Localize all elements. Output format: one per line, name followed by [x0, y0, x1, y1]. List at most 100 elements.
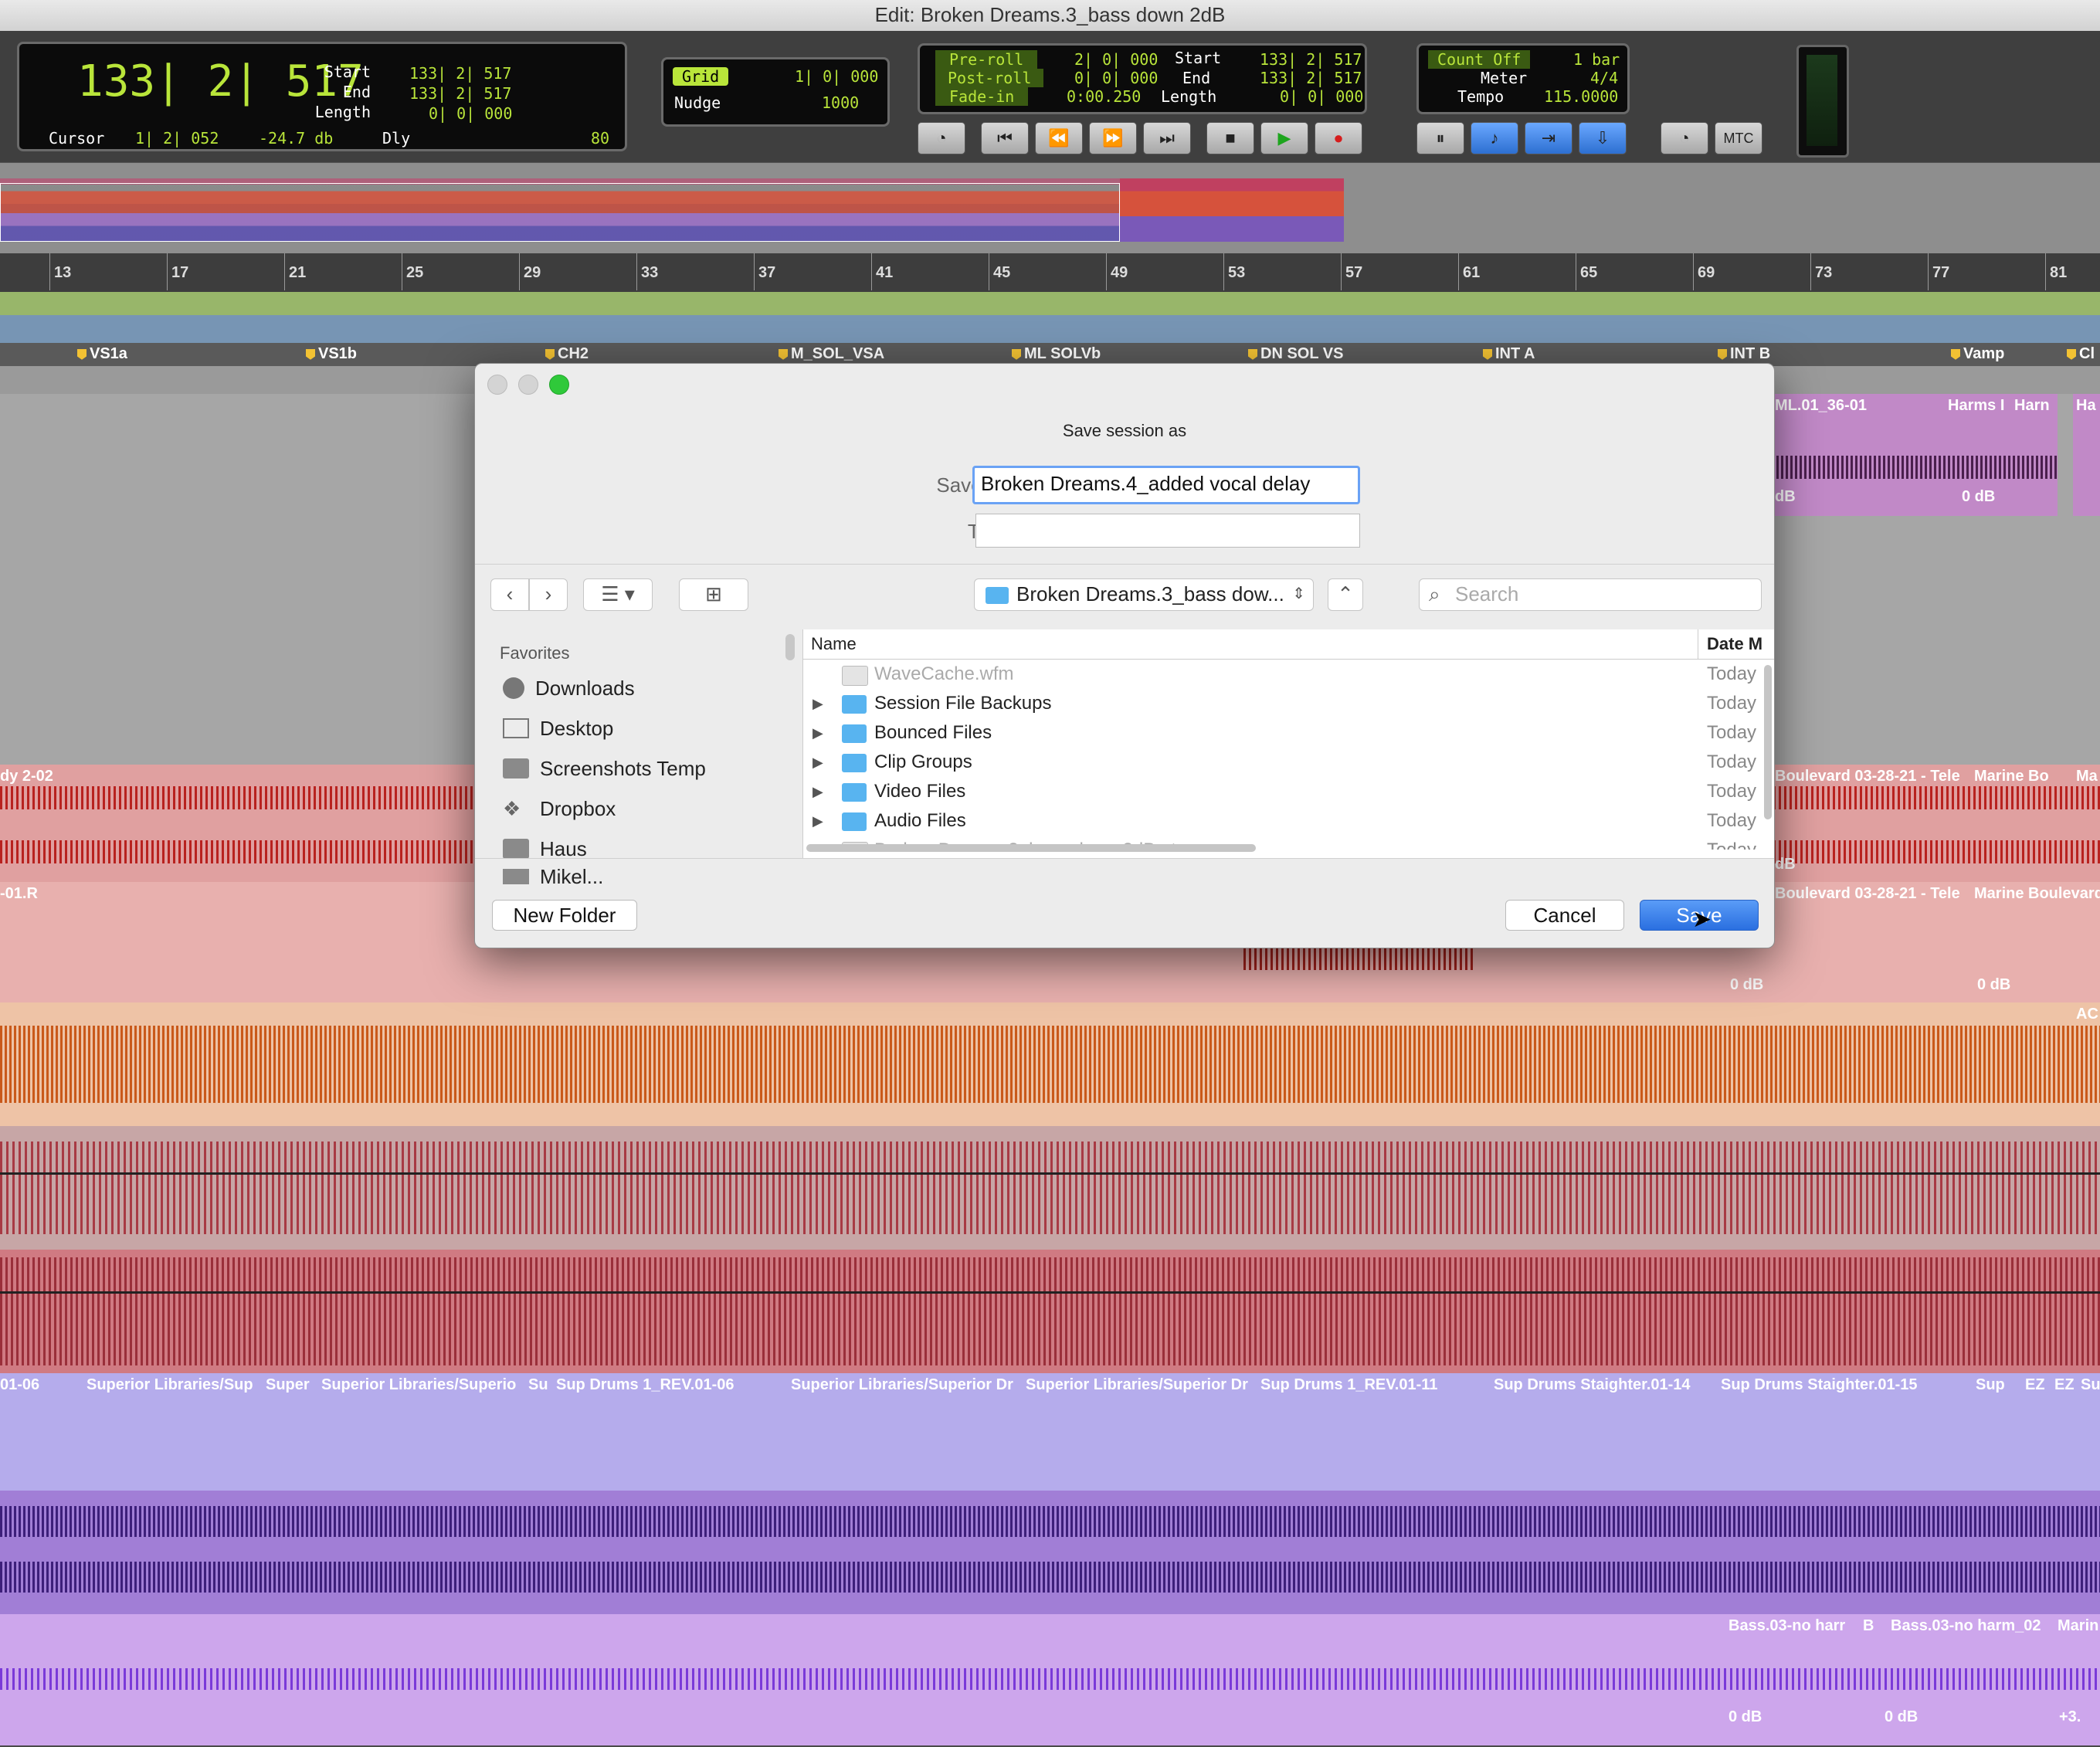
- rewind-button[interactable]: ⏪: [1035, 122, 1083, 154]
- ruler-tick: 33: [641, 264, 659, 281]
- disclosure-triangle-icon[interactable]: ▶: [813, 718, 823, 748]
- file-row[interactable]: ▶ Audio Files Today: [803, 806, 1774, 836]
- disclosure-triangle-icon[interactable]: ▶: [813, 777, 823, 806]
- marker[interactable]: CH2: [545, 345, 589, 363]
- tempo-ruler[interactable]: [0, 292, 2100, 315]
- marker[interactable]: VS1b: [306, 345, 357, 363]
- volume-automation[interactable]: [0, 1172, 2100, 1175]
- main-counter-panel[interactable]: 133| 2| 517 Start End Length 133| 2| 517…: [17, 42, 627, 151]
- sidebar-item-desktop[interactable]: Desktop: [487, 708, 781, 748]
- marker[interactable]: Vamp: [1951, 345, 2004, 363]
- vertical-scrollbar[interactable]: [1764, 665, 1772, 819]
- cancel-button[interactable]: Cancel: [1505, 900, 1624, 931]
- start-value[interactable]: 133| 2| 517: [409, 64, 511, 83]
- fadein-value[interactable]: 0:00.250: [1067, 87, 1141, 106]
- preroll-label[interactable]: Pre-roll: [935, 50, 1038, 69]
- count-meter-panel[interactable]: Count Off 1 bar Meter 4/4 Tempo 115.0000: [1416, 43, 1630, 114]
- zoom-window-button[interactable]: [549, 375, 569, 395]
- online-button[interactable]: ◔: [918, 122, 965, 154]
- tempo-value[interactable]: 115.0000: [1544, 87, 1618, 106]
- loop-record-button[interactable]: ⏸: [1416, 122, 1464, 154]
- horizontal-scrollbar[interactable]: [806, 844, 1256, 852]
- file-row[interactable]: ▶ Session File Backups Today: [803, 689, 1774, 718]
- track-9[interactable]: 01-06 Superior Libraries/Sup Super Super…: [0, 1373, 2100, 1492]
- end-value[interactable]: 133| 2| 517: [409, 84, 511, 103]
- postroll-label[interactable]: Post-roll: [935, 69, 1044, 87]
- record-button[interactable]: ●: [1315, 122, 1362, 154]
- postroll-value[interactable]: 0| 0| 000: [1074, 69, 1158, 87]
- end-value-2[interactable]: 133| 2| 517: [1260, 69, 1362, 87]
- track-6[interactable]: AC: [0, 1002, 2100, 1128]
- marker[interactable]: VS1a: [77, 345, 127, 363]
- go-to-end-button[interactable]: ⏭: [1143, 122, 1191, 154]
- save-as-field[interactable]: Broken Dreams.4_added vocal delay: [972, 466, 1360, 504]
- sidebar-item-partial[interactable]: Mikel...: [487, 869, 781, 884]
- location-label: Broken Dreams.3_bass dow...: [1016, 582, 1284, 606]
- fadein-label[interactable]: Fade-in: [935, 87, 1029, 106]
- marker[interactable]: INT A: [1483, 345, 1535, 363]
- file-row[interactable]: WaveCache.wfm Today: [803, 660, 1774, 689]
- grid-value[interactable]: 1| 0| 000: [795, 67, 878, 86]
- expand-collapse-button[interactable]: ⌃: [1328, 578, 1363, 611]
- marker[interactable]: M_SOL_VSA: [779, 345, 884, 363]
- meter-ruler[interactable]: [0, 315, 2100, 343]
- close-window-button[interactable]: [487, 375, 507, 395]
- click-button[interactable]: ♪: [1471, 122, 1518, 154]
- tags-field[interactable]: [975, 514, 1360, 548]
- sidebar-item-dropbox[interactable]: ❖ Dropbox: [487, 789, 781, 829]
- disclosure-triangle-icon[interactable]: ▶: [813, 689, 823, 718]
- sidebar-item-screenshots-temp[interactable]: Screenshots Temp: [487, 748, 781, 789]
- track-8[interactable]: [0, 1250, 2100, 1375]
- meter-value[interactable]: 4/4: [1590, 69, 1618, 87]
- length-value[interactable]: 0| 0| 000: [429, 104, 512, 123]
- marker[interactable]: DN SOL VS: [1248, 345, 1343, 363]
- sidebar-item-haus[interactable]: Haus: [487, 829, 781, 869]
- search-field[interactable]: ⌕ Search: [1419, 578, 1762, 611]
- view-options-button[interactable]: ☰ ▾: [583, 578, 653, 611]
- sidebar-scrollbar[interactable]: [785, 634, 795, 660]
- overview-viewport[interactable]: [0, 183, 1120, 242]
- track-7[interactable]: [0, 1126, 2100, 1251]
- marker[interactable]: INT B: [1718, 345, 1770, 363]
- new-folder-icon-button[interactable]: ⊞: [679, 578, 748, 611]
- forward-button[interactable]: ›: [529, 578, 568, 611]
- column-name-header[interactable]: Name: [811, 629, 857, 659]
- return-to-zero-button[interactable]: ⏮: [981, 122, 1029, 154]
- back-button[interactable]: ‹: [490, 578, 529, 611]
- new-folder-button[interactable]: New Folder: [492, 900, 637, 931]
- disclosure-triangle-icon[interactable]: ▶: [813, 806, 823, 836]
- grid-nudge-panel[interactable]: Grid 1| 0| 000 Nudge 1000: [661, 57, 890, 127]
- column-date-header[interactable]: Date M: [1707, 629, 1762, 659]
- ruler-tick-line: [1928, 253, 1929, 290]
- file-row[interactable]: ▶ Video Files Today: [803, 777, 1774, 806]
- fast-forward-button[interactable]: ⏩: [1089, 122, 1137, 154]
- count-off-button[interactable]: Count Off: [1428, 50, 1531, 69]
- follow-button[interactable]: ⇥: [1525, 122, 1572, 154]
- marker[interactable]: ML SOLVb: [1012, 345, 1101, 363]
- minimize-window-button[interactable]: [518, 375, 538, 395]
- mtc-button[interactable]: MTC: [1715, 122, 1762, 154]
- sidebar-item-downloads[interactable]: Downloads: [487, 668, 781, 708]
- dly-indicator[interactable]: Dly: [382, 129, 410, 148]
- disclosure-triangle-icon[interactable]: ▶: [813, 748, 823, 777]
- track-11[interactable]: Bass.03-no harr B Bass.03-no harm_02 Mar…: [0, 1614, 2100, 1747]
- file-row[interactable]: ▶ Bounced Files Today: [803, 718, 1774, 748]
- file-row[interactable]: ▶ Clip Groups Today: [803, 748, 1774, 777]
- bars-ruler[interactable]: 13 17 21 25 29 33 37 41 45 49 53 57 61 65 69 73 77 81: [0, 253, 2100, 292]
- preroll-value[interactable]: 2| 0| 000: [1074, 50, 1158, 69]
- stop-button[interactable]: ■: [1206, 122, 1254, 154]
- ruler-tick: 73: [1815, 264, 1833, 281]
- track-10[interactable]: [0, 1491, 2100, 1616]
- session-overview[interactable]: [0, 162, 2100, 254]
- marker[interactable]: Cl: [2067, 345, 2095, 363]
- preroll-panel[interactable]: Pre-roll Post-roll Fade-in 2| 0| 000 0| …: [918, 43, 1367, 114]
- start-value-2[interactable]: 133| 2| 517: [1260, 50, 1362, 69]
- sync-button[interactable]: ◔: [1661, 122, 1708, 154]
- grid-button[interactable]: Grid: [673, 67, 729, 86]
- midi-merge-button[interactable]: ⇩: [1579, 122, 1627, 154]
- length-value-2[interactable]: 0| 0| 000: [1280, 87, 1363, 106]
- play-button[interactable]: ▶: [1260, 122, 1308, 154]
- volume-automation[interactable]: [0, 1291, 2100, 1294]
- location-popup[interactable]: Broken Dreams.3_bass dow... ⇕: [974, 578, 1314, 611]
- nudge-value[interactable]: 1000: [822, 93, 859, 112]
